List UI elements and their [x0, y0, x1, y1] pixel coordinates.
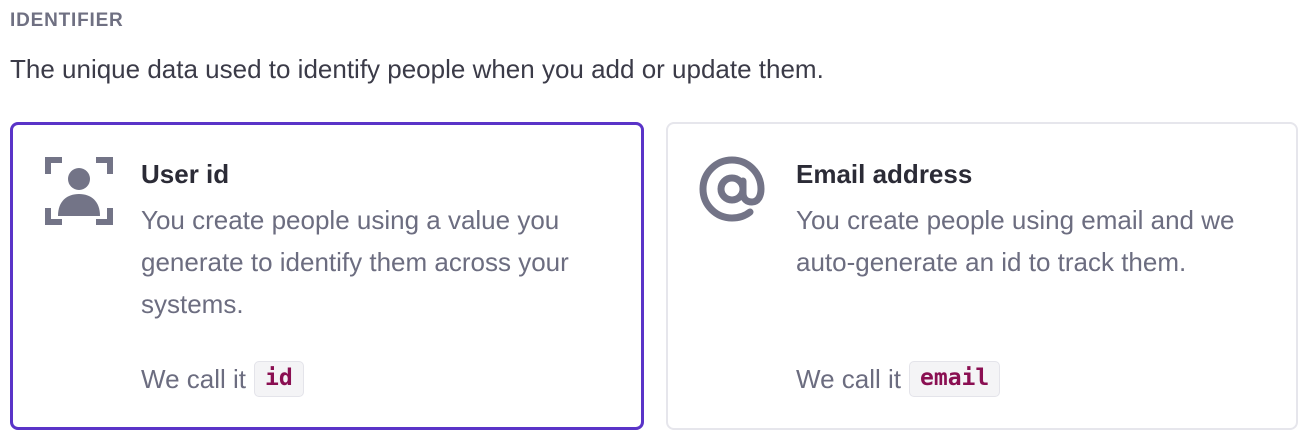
option-card-email-address[interactable]: Email address You create people using em… — [666, 122, 1298, 430]
option-description: You create people using email and we aut… — [796, 205, 1235, 277]
section-label: IDENTIFIER — [10, 10, 124, 31]
at-sign-icon — [698, 155, 766, 223]
call-prefix: We call it — [141, 363, 246, 394]
identifier-code: email — [909, 361, 1001, 397]
option-card-user-id[interactable]: User id You create people using a value … — [10, 122, 644, 430]
option-footer: We call it email — [796, 361, 1001, 397]
option-footer: We call it id — [141, 361, 304, 397]
section-description: The unique data used to identify people … — [10, 54, 824, 84]
call-prefix: We call it — [796, 363, 901, 394]
option-title: User id — [141, 159, 230, 189]
user-id-icon — [45, 157, 113, 225]
identifier-section: IDENTIFIER The unique data used to ident… — [0, 0, 1312, 448]
option-description: You create people using a value you gene… — [141, 205, 569, 319]
identifier-code: id — [254, 361, 304, 397]
option-title: Email address — [796, 159, 973, 189]
